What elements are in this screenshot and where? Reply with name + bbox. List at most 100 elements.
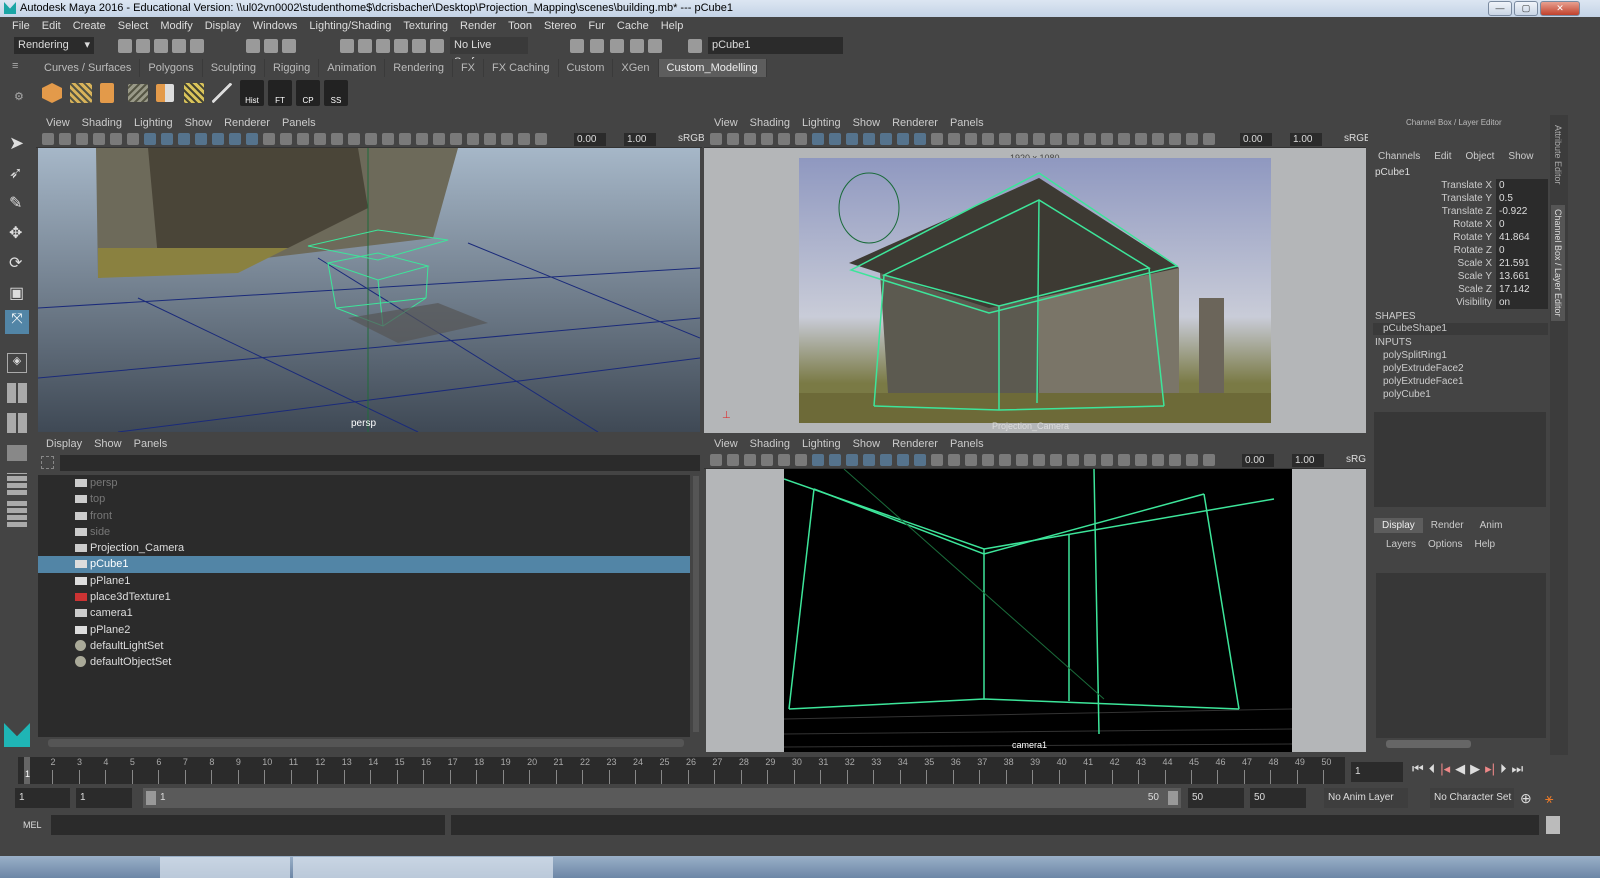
channel-value[interactable]: 0 xyxy=(1496,218,1548,231)
menu-texturing[interactable]: Texturing xyxy=(397,18,454,35)
status-tool-icon[interactable] xyxy=(190,39,204,53)
viewport-tool-icon[interactable] xyxy=(727,133,739,145)
viewport-tool-icon[interactable] xyxy=(1135,454,1147,466)
viewport-tool-icon[interactable] xyxy=(93,133,105,145)
shelf-tab[interactable]: Curves / Surfaces xyxy=(36,59,141,77)
viewport-tool-icon[interactable] xyxy=(1203,454,1215,466)
minimize-button[interactable]: — xyxy=(1488,1,1512,16)
viewport-tool-icon[interactable] xyxy=(1016,454,1028,466)
shelf-tab[interactable]: Rigging xyxy=(264,59,320,77)
channel-value[interactable]: 13.661 xyxy=(1496,270,1548,283)
viewport-tool-icon[interactable] xyxy=(846,454,858,466)
viewport-tool-icon[interactable] xyxy=(897,133,909,145)
viewport-menu-view[interactable]: View xyxy=(40,115,76,131)
viewport-tool-icon[interactable] xyxy=(1033,133,1045,145)
viewport-tool-icon[interactable] xyxy=(863,133,875,145)
outliner-vertical-scrollbar[interactable] xyxy=(693,476,699,732)
menu-display[interactable]: Display xyxy=(199,18,247,35)
save-scene-button[interactable]: SS xyxy=(324,80,348,106)
menu-create[interactable]: Create xyxy=(67,18,112,35)
script-editor-icon[interactable] xyxy=(1546,816,1560,834)
menu-fur[interactable]: Fur xyxy=(582,18,611,35)
outliner-item[interactable]: defaultLightSet xyxy=(38,638,690,654)
outliner-menu-panels[interactable]: Panels xyxy=(128,436,174,452)
viewport-menu-show[interactable]: Show xyxy=(179,115,219,131)
viewport-menu-panels[interactable]: Panels xyxy=(944,115,990,131)
menu-help[interactable]: Help xyxy=(655,18,690,35)
channel-label[interactable]: Rotate Z xyxy=(1454,244,1492,257)
live-surface-field[interactable]: No Live Surface xyxy=(450,37,528,68)
viewport-tool-icon[interactable] xyxy=(1050,454,1062,466)
viewport-tool-icon[interactable] xyxy=(314,133,326,145)
layer-tab-display[interactable]: Display xyxy=(1374,518,1423,533)
persp-view[interactable]: persp xyxy=(38,148,700,432)
step-back-frame-icon[interactable]: ⏴ xyxy=(1429,761,1436,777)
viewport-tool-icon[interactable] xyxy=(263,133,275,145)
gamma-field[interactable]: 1.00 xyxy=(1292,454,1324,467)
viewport-menu-show[interactable]: Show xyxy=(847,115,887,131)
viewport-menu-shading[interactable]: Shading xyxy=(744,115,796,131)
layer-menu-options[interactable]: Options xyxy=(1428,539,1462,550)
menu-cache[interactable]: Cache xyxy=(611,18,655,35)
channel-menu-edit[interactable]: Edit xyxy=(1434,151,1451,162)
range-end-handle[interactable] xyxy=(1168,791,1178,805)
input-node[interactable]: polyExtrudeFace1 xyxy=(1383,376,1464,387)
paint-select-icon[interactable]: ✎ xyxy=(9,193,22,213)
viewport-tool-icon[interactable] xyxy=(863,454,875,466)
gamma-field[interactable]: 1.00 xyxy=(624,133,656,146)
command-input[interactable] xyxy=(51,815,445,835)
viewport-tool-icon[interactable] xyxy=(761,133,773,145)
channel-menu-channels[interactable]: Channels xyxy=(1378,151,1420,162)
viewport-tool-icon[interactable] xyxy=(467,133,479,145)
exposure-field[interactable]: 0.00 xyxy=(1240,133,1272,146)
viewport-tool-icon[interactable] xyxy=(710,133,722,145)
status-tool-icon[interactable] xyxy=(610,39,624,53)
status-tool-icon[interactable] xyxy=(282,39,296,53)
channel-label[interactable]: Rotate Y xyxy=(1453,231,1492,244)
viewport-tool-icon[interactable] xyxy=(1033,454,1045,466)
channel-label[interactable]: Translate X xyxy=(1441,179,1492,192)
channel-label[interactable]: Translate Z xyxy=(1442,205,1492,218)
viewport-tool-icon[interactable] xyxy=(999,454,1011,466)
viewport-tool-icon[interactable] xyxy=(744,454,756,466)
layer-tab-render[interactable]: Render xyxy=(1423,518,1472,533)
exposure-field[interactable]: 0.00 xyxy=(1242,454,1274,467)
viewport-tool-icon[interactable] xyxy=(880,133,892,145)
outliner-item[interactable]: Projection_Camera xyxy=(38,540,690,556)
viewport-tool-icon[interactable] xyxy=(212,133,224,145)
center-pivot-button[interactable]: CP xyxy=(296,80,320,106)
gamma-field[interactable]: 1.00 xyxy=(1290,133,1322,146)
viewport-tool-icon[interactable] xyxy=(829,454,841,466)
viewport-tool-icon[interactable] xyxy=(229,133,241,145)
input-node[interactable]: polyCube1 xyxy=(1383,389,1431,400)
graph-layout-icon[interactable] xyxy=(7,473,27,495)
viewport-tool-icon[interactable] xyxy=(1118,454,1130,466)
viewport-tool-icon[interactable] xyxy=(880,454,892,466)
channel-value[interactable]: -0.922 xyxy=(1496,205,1548,218)
viewport-tool-icon[interactable] xyxy=(1169,454,1181,466)
viewport-tool-icon[interactable] xyxy=(1152,133,1164,145)
input-node[interactable]: polyExtrudeFace2 xyxy=(1383,363,1464,374)
viewport-tool-icon[interactable] xyxy=(127,133,139,145)
channel-value[interactable]: 0.5 xyxy=(1496,192,1548,205)
layer-menu-help[interactable]: Help xyxy=(1474,539,1495,550)
viewport-tool-icon[interactable] xyxy=(161,133,173,145)
channel-menu-object[interactable]: Object xyxy=(1466,151,1495,162)
viewport-tool-icon[interactable] xyxy=(1067,133,1079,145)
viewport-menu-renderer[interactable]: Renderer xyxy=(218,115,276,131)
outliner-search-field[interactable] xyxy=(60,455,700,471)
channel-label[interactable]: Visibility xyxy=(1456,296,1492,309)
channel-value[interactable]: 21.591 xyxy=(1496,257,1548,270)
shelf-tab[interactable]: FX Caching xyxy=(484,59,559,77)
outliner-item[interactable]: front xyxy=(38,508,690,524)
two-pane-layout-icon[interactable] xyxy=(7,413,27,433)
viewport-tool-icon[interactable] xyxy=(518,133,530,145)
menu-stereo[interactable]: Stereo xyxy=(538,18,582,35)
close-button[interactable]: ✕ xyxy=(1540,1,1580,16)
step-forward-frame-icon[interactable]: ⏵ xyxy=(1500,761,1507,777)
channel-menu-show[interactable]: Show xyxy=(1508,151,1533,162)
play-backwards-icon[interactable]: ◀ xyxy=(1455,761,1465,777)
viewport-tool-icon[interactable] xyxy=(246,133,258,145)
viewport-tool-icon[interactable] xyxy=(1101,133,1113,145)
viewport-menu-renderer[interactable]: Renderer xyxy=(886,436,944,452)
